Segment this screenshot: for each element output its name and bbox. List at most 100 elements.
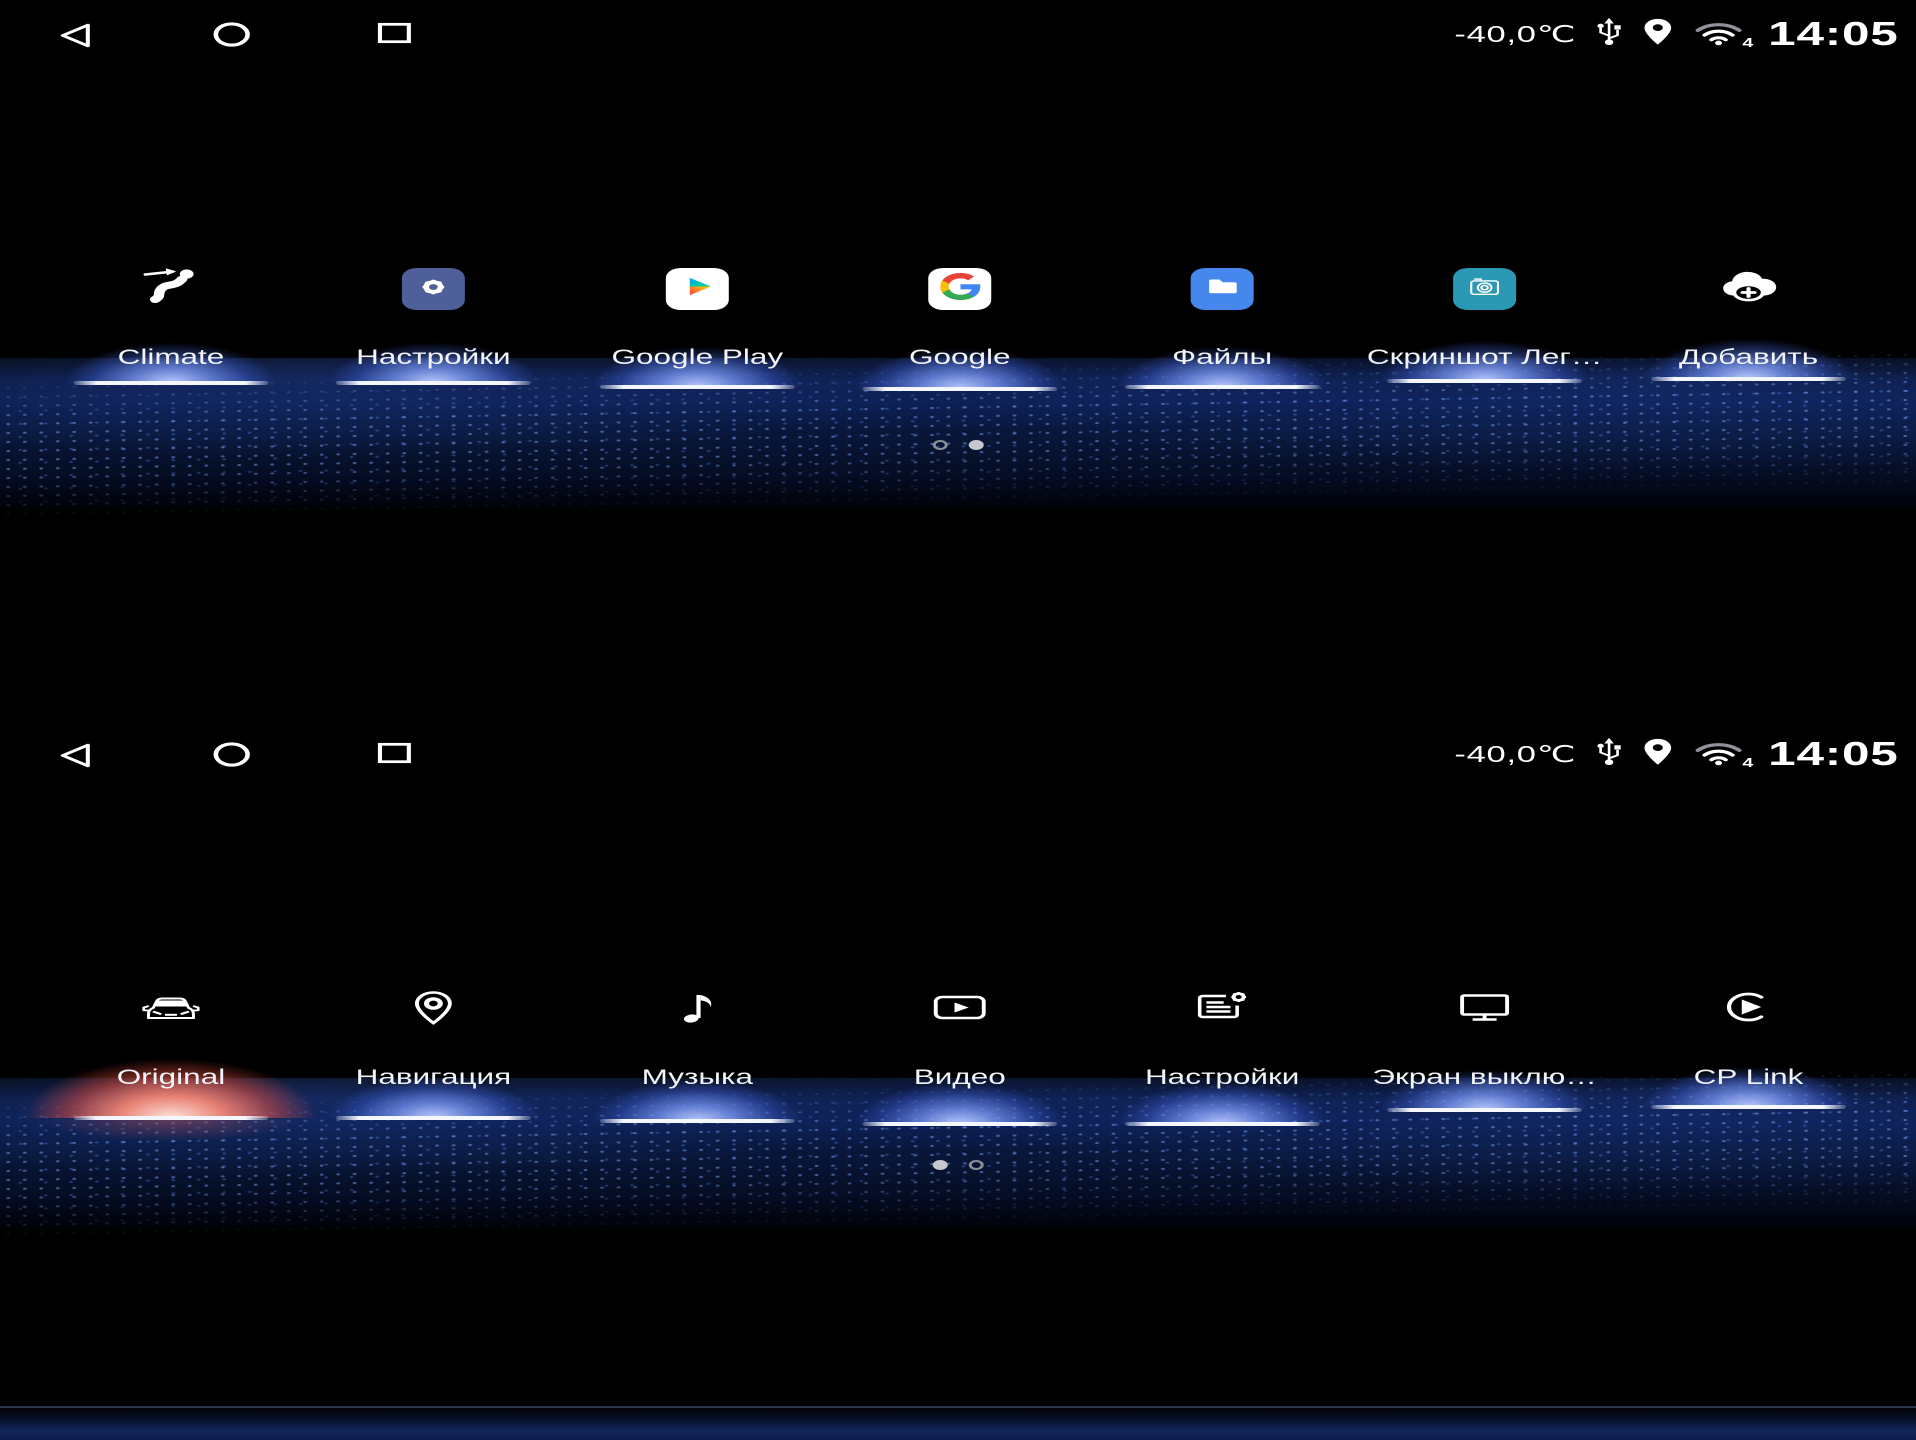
app-shortcut-climate[interactable]: Climate [39, 266, 303, 371]
play-store-icon [677, 273, 717, 305]
app-label: Google Play [565, 345, 829, 371]
clock-label: 14:05 [1768, 735, 1898, 773]
app-label: Файлы [1090, 345, 1354, 371]
app-icon-slot [301, 266, 565, 312]
status-indicators: -40,0℃ 4 14:05 [1454, 726, 1898, 782]
page-dot-active [969, 440, 984, 450]
nav-pin-icon [399, 984, 468, 1035]
home-button[interactable] [213, 22, 250, 52]
car-icon [136, 984, 205, 1035]
app-shortcut-camera[interactable]: Скриншот Лег… [1353, 266, 1617, 371]
app-label: Навигация [301, 1065, 565, 1091]
status-bar: -40,0℃ 4 14:05 [0, 6, 1916, 62]
gear-icon [412, 273, 454, 306]
back-button[interactable] [57, 22, 93, 54]
app-icon-slot [828, 266, 1092, 312]
usb-icon [1596, 17, 1623, 52]
app-shortcut-google-g[interactable]: Google [828, 266, 1092, 371]
page-indicator [0, 440, 1916, 450]
google-g-icon [939, 273, 979, 305]
app-tile [666, 268, 729, 310]
app-shortcut-video[interactable]: Видео [828, 986, 1092, 1091]
shelf-line [600, 385, 795, 389]
app-shortcut-cp-link[interactable]: CP Link [1617, 986, 1881, 1091]
monitor-icon [1450, 984, 1519, 1035]
usb-icon [1596, 737, 1623, 772]
location-icon [1642, 18, 1673, 51]
shelf-line [336, 1116, 531, 1120]
app-icon-slot [1353, 266, 1617, 312]
shelf-line [600, 1119, 795, 1123]
app-shortcut-cloud-add[interactable]: Добавить [1617, 266, 1881, 371]
clock-label: 14:05 [1768, 15, 1898, 53]
app-shortcut-nav-pin[interactable]: Навигация [301, 986, 565, 1091]
app-label: Google [828, 345, 1092, 371]
app-label: Видео [828, 1065, 1092, 1091]
app-label: Настройки [301, 345, 565, 371]
home-button[interactable] [213, 742, 250, 772]
car-launcher-screen: -40,0℃ 4 14:05 ClimateНастройкиGoogle Pl… [0, 0, 1916, 1440]
particle-wave-backdrop [0, 358, 1916, 512]
shelf-line [1387, 379, 1582, 383]
app-label: Скриншот Лег… [1353, 345, 1617, 371]
app-shortcut-doc-gear[interactable]: Настройки [1090, 986, 1354, 1091]
back-button[interactable] [57, 742, 93, 774]
app-label: Экран выклю… [1353, 1065, 1617, 1091]
shelf-red-haze [0, 1119, 343, 1149]
status-indicators: -40,0℃ 4 14:05 [1454, 6, 1898, 62]
recents-icon [376, 22, 412, 49]
app-label: Настройки [1090, 1065, 1354, 1091]
app-label: Original [39, 1065, 303, 1091]
recents-icon [376, 742, 412, 769]
bottom-wave-sliver [0, 1406, 1916, 1440]
page-dot-active [933, 1160, 948, 1170]
shelf-line [862, 1122, 1057, 1126]
page-indicator [0, 1160, 1916, 1170]
app-shortcut-car[interactable]: Original [39, 986, 303, 1091]
shelf-line [73, 1116, 268, 1120]
shelf-line [73, 381, 268, 385]
app-shortcut-gear[interactable]: Настройки [301, 266, 565, 371]
recents-button[interactable] [376, 742, 412, 769]
particle-wave-backdrop [0, 1078, 1916, 1232]
app-shortcut-monitor[interactable]: Экран выклю… [1353, 986, 1617, 1091]
app-label: CP Link [1617, 1065, 1881, 1091]
wifi-icon: 4 [1693, 741, 1748, 768]
back-icon [57, 22, 93, 54]
temperature-label: -40,0℃ [1454, 741, 1576, 768]
shelf-line [862, 387, 1057, 391]
app-icon-slot [1090, 986, 1354, 1032]
app-label: Музыка [565, 1065, 829, 1091]
location-icon [1642, 738, 1673, 771]
shelf-line [1387, 1108, 1582, 1112]
shelf-line [336, 381, 531, 385]
camera-icon [1464, 273, 1506, 306]
home-icon [213, 22, 250, 52]
app-label: Добавить [1617, 345, 1881, 371]
folder-icon [1202, 273, 1242, 305]
climate-icon [136, 264, 205, 315]
app-icon-slot [1090, 266, 1354, 312]
app-icon-slot [39, 266, 303, 312]
app-label: Climate [39, 345, 303, 371]
launcher-page-apps: -40,0℃ 4 14:05 ClimateНастройкиGoogle Pl… [0, 0, 1916, 720]
status-bar: -40,0℃ 4 14:05 [0, 726, 1916, 782]
recents-button[interactable] [376, 22, 412, 49]
app-shortcut-music-note[interactable]: Музыка [565, 986, 829, 1091]
video-icon [925, 984, 994, 1035]
app-icon-slot [39, 986, 303, 1032]
doc-gear-icon [1188, 984, 1257, 1035]
page-dot [933, 440, 948, 450]
home-icon [213, 742, 250, 772]
app-shortcut-play-store[interactable]: Google Play [565, 266, 829, 371]
app-shortcut-folder[interactable]: Файлы [1090, 266, 1354, 371]
temperature-label: -40,0℃ [1454, 21, 1576, 48]
wifi-icon: 4 [1693, 21, 1748, 48]
launcher-page-main: -40,0℃ 4 14:05 OriginalНавигацияМузыкаВи… [0, 720, 1916, 1440]
app-icon-slot [828, 986, 1092, 1032]
cloud-add-icon [1714, 264, 1783, 315]
app-icon-slot [1353, 986, 1617, 1032]
cp-link-icon [1714, 984, 1783, 1035]
shelf-line [1125, 385, 1320, 389]
app-tile [402, 268, 465, 310]
